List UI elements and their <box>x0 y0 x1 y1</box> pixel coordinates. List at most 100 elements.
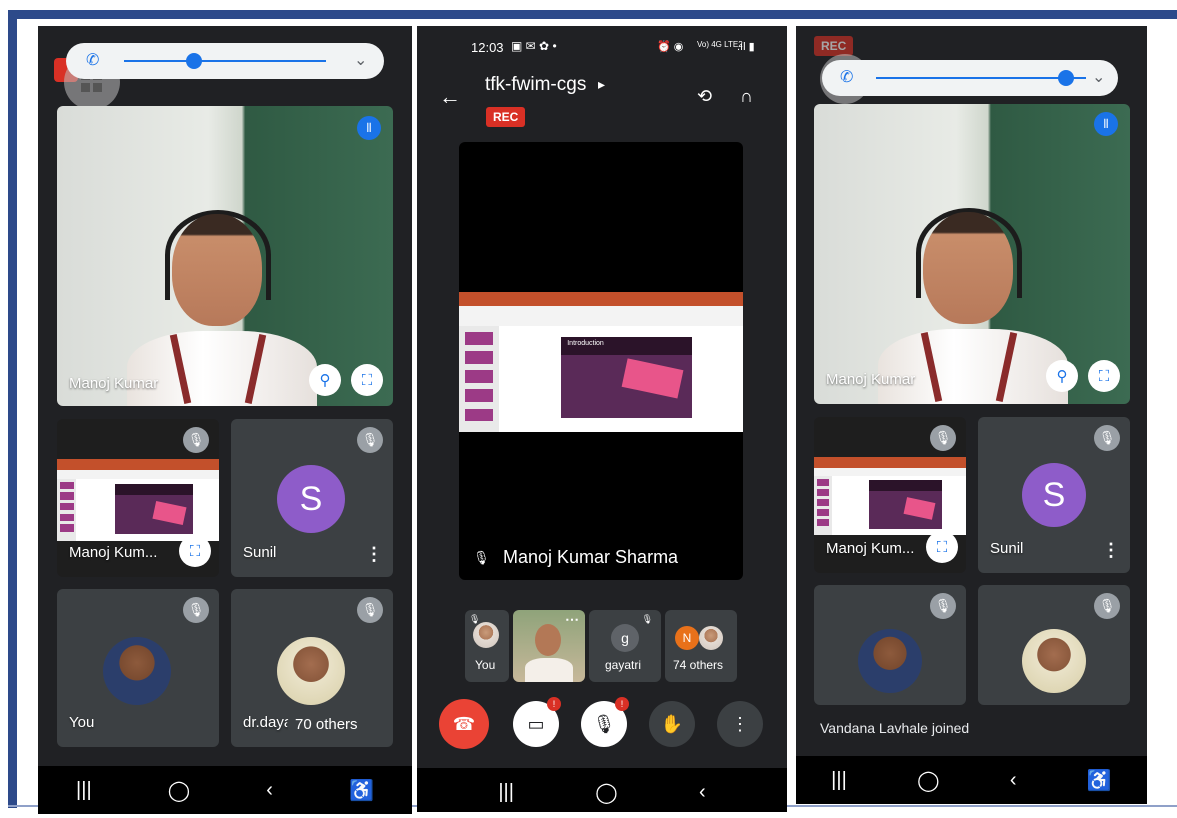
tile-dr-daya[interactable]: 🎙 dr.daya 70 others <box>231 589 393 747</box>
volume-knob[interactable] <box>1058 70 1074 86</box>
tile-sunil[interactable]: S 🎙 Sunil ⋮ <box>978 417 1130 573</box>
audio-level-icon: ⦀ <box>357 116 381 140</box>
fullscreen-icon[interactable]: ⛶ <box>926 531 958 563</box>
mic-off-icon: 🎙 <box>1094 425 1120 451</box>
mic-off-icon: 🎙 <box>473 550 490 565</box>
strip-tile-others[interactable]: N 74 others <box>665 610 737 682</box>
more-vert-icon[interactable]: ⋮ <box>365 545 383 563</box>
tile-dr-daya[interactable]: 🎙 <box>978 585 1130 705</box>
home-icon[interactable]: ◯ <box>595 780 617 805</box>
tile-screen-share[interactable]: 🎙 Manoj Kum... ⛶ <box>814 417 966 573</box>
strip-label: 74 others <box>673 658 724 672</box>
tile-name: Manoj Kum... <box>69 544 158 561</box>
tile-you[interactable]: 🎙 You <box>57 589 219 747</box>
strip-tile-speaker[interactable]: ⋯ <box>513 610 585 682</box>
avatar <box>1022 629 1086 693</box>
meeting-code[interactable]: tfk-fwim-cgs <box>485 74 586 96</box>
mic-off-icon: 🎙 <box>183 427 209 453</box>
right-phone-screen: REC ✆ ⌄ ⦀ Manoj Kumar ⚲ ⛶ 🎙 Manoj Kum...… <box>796 26 1147 804</box>
rec-badge: REC <box>486 107 526 127</box>
raise-hand-button[interactable]: ✋ <box>649 701 695 747</box>
avatar: g <box>611 624 639 652</box>
strip-tile-you[interactable]: 🎙 You <box>465 610 509 682</box>
shared-slide-thumbnail <box>57 459 219 541</box>
more-horiz-icon[interactable]: ⋯ <box>565 612 579 626</box>
volume-track <box>124 60 326 62</box>
tile-sunil[interactable]: S 🎙 Sunil ⋮ <box>231 419 393 577</box>
pin-icon[interactable]: ⚲ <box>309 364 341 396</box>
fullscreen-icon[interactable]: ⛶ <box>179 535 211 567</box>
avatar <box>473 622 499 648</box>
android-nav-bar: ||| ◯ ‹ ♿ <box>796 756 1147 804</box>
back-arrow-icon[interactable]: ← <box>439 84 461 110</box>
end-call-button[interactable]: ☎ <box>439 699 489 749</box>
headphones-icon[interactable]: ∩ <box>740 86 753 107</box>
volume-track <box>876 77 1086 79</box>
audio-level-icon: ⦀ <box>1094 112 1118 136</box>
home-icon[interactable]: ◯ <box>168 778 190 803</box>
middle-phone-screen: 12:03 ▣ ✉ ✿ • ⏰ ◉ Vo) 4G LTE2 .ıl ▮ ← tf… <box>417 26 787 812</box>
tile-name: Sunil <box>243 544 277 561</box>
collage-frame: ✆ ⌄ ⦀ Manoj Kumar ⚲ ⛶ 🎙 Manoj Kum... ⛶ S… <box>0 0 1177 818</box>
rec-badge: REC <box>814 36 854 56</box>
back-icon[interactable]: ‹ <box>1010 769 1017 792</box>
tile-name: Manoj Kum... <box>826 540 915 557</box>
presentation-tile[interactable]: Introduction 🎙 Manoj Kumar Sharma <box>459 142 743 580</box>
main-tile-name: Manoj Kumar <box>69 375 159 392</box>
fullscreen-icon[interactable]: ⛶ <box>1088 360 1120 392</box>
strip-label: You <box>475 658 496 672</box>
avatar: S <box>277 465 345 533</box>
mic-warning-badge: ! <box>615 697 629 711</box>
main-speaker-tile[interactable]: ⦀ Manoj Kumar ⚲ ⛶ <box>57 106 393 406</box>
toast-text: Vandana Lavhale joined <box>820 720 970 736</box>
others-chip[interactable]: 70 others <box>287 712 366 737</box>
chevron-down-icon[interactable]: ⌄ <box>354 50 367 70</box>
mic-off-icon: 🎙 <box>930 593 956 619</box>
home-icon[interactable]: ◯ <box>917 768 939 793</box>
tile-name: You <box>69 714 95 731</box>
network-label: Vo) 4G LTE2 <box>697 40 743 49</box>
status-system-icons: ⏰ ◉ <box>657 41 684 53</box>
mic-off-icon: 🎙 <box>1094 593 1120 619</box>
recents-icon[interactable]: ||| <box>76 779 92 802</box>
meeting-info-arrow-icon[interactable]: ▸ <box>598 76 605 93</box>
left-phone-screen: ✆ ⌄ ⦀ Manoj Kumar ⚲ ⛶ 🎙 Manoj Kum... ⛶ S… <box>38 26 412 814</box>
volume-knob[interactable] <box>186 53 202 69</box>
frame-border-top <box>8 10 1177 19</box>
tile-screen-share[interactable]: 🎙 Manoj Kum... ⛶ <box>57 419 219 577</box>
volume-slider[interactable]: ✆ ⌄ <box>822 60 1118 96</box>
main-speaker-tile[interactable]: ⦀ Manoj Kumar ⚲ ⛶ <box>814 104 1130 404</box>
avatar <box>103 637 171 705</box>
tile-you[interactable]: 🎙 <box>814 585 966 705</box>
android-nav-bar: ||| ◯ ‹ ♿ <box>38 766 412 814</box>
presenter-name: Manoj Kumar Sharma <box>503 547 679 567</box>
more-vert-icon[interactable]: ⋮ <box>1102 541 1120 559</box>
mic-off-icon: 🎙 <box>357 427 383 453</box>
accessibility-icon[interactable]: ♿ <box>1087 768 1112 793</box>
back-icon[interactable]: ‹ <box>266 779 273 802</box>
mic-off-icon: 🎙 <box>930 425 956 451</box>
signal-battery-icon: .ıl ▮ <box>737 41 755 53</box>
more-options-button[interactable]: ⋮ <box>717 701 763 747</box>
main-tile-name: Manoj Kumar <box>826 371 916 388</box>
shared-slide-thumbnail <box>814 457 966 535</box>
status-time: 12:03 <box>471 40 504 55</box>
recents-icon[interactable]: ||| <box>831 769 847 792</box>
avatar <box>277 637 345 705</box>
pin-icon[interactable]: ⚲ <box>1046 360 1078 392</box>
tile-name: dr.daya <box>243 714 293 731</box>
strip-label: gayatri <box>605 658 642 672</box>
recents-icon[interactable]: ||| <box>498 781 514 804</box>
camera-warning-badge: ! <box>547 697 561 711</box>
accessibility-icon[interactable]: ♿ <box>349 778 374 803</box>
back-icon[interactable]: ‹ <box>699 781 706 804</box>
chevron-down-icon[interactable]: ⌄ <box>1092 67 1105 87</box>
switch-camera-icon[interactable]: ⟲ <box>697 86 712 107</box>
volume-slider[interactable]: ✆ ⌄ <box>66 43 384 79</box>
android-nav-bar: ||| ◯ ‹ <box>417 768 787 812</box>
tile-name: Sunil <box>990 540 1024 557</box>
avatar: S <box>1022 463 1086 527</box>
avatar <box>858 629 922 693</box>
strip-tile-gayatri[interactable]: g 🎙 gayatri <box>589 610 661 682</box>
fullscreen-icon[interactable]: ⛶ <box>351 364 383 396</box>
